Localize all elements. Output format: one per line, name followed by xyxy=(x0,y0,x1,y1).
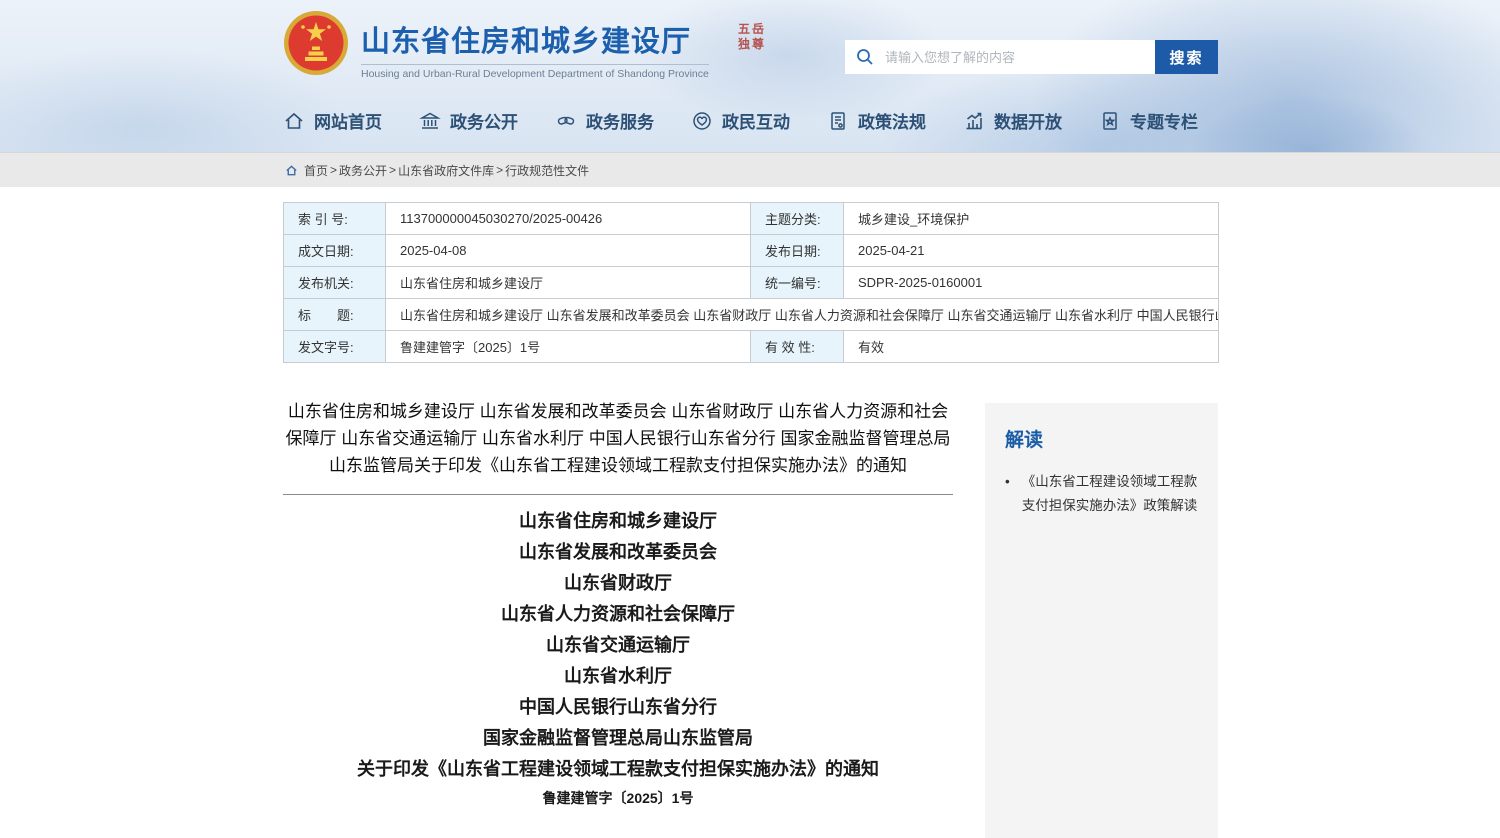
home-icon xyxy=(283,110,305,132)
national-emblem-icon xyxy=(283,10,349,76)
nav-item-special-columns[interactable]: 专题专栏 xyxy=(1099,108,1198,133)
breadcrumb-home-icon xyxy=(285,164,298,177)
nav-item-policies[interactable]: 政策法规 xyxy=(827,108,926,133)
breadcrumb-bar: 首页 > 政务公开 > 山东省政府文件库 > 行政规范性文件 xyxy=(0,152,1500,187)
table-row: 发文字号: 鲁建建管字〔2025〕1号 有 效 性: 有效 xyxy=(284,331,1219,363)
seal-decoration: 五岳独尊 xyxy=(735,22,769,52)
breadcrumb-separator: > xyxy=(389,163,396,177)
data-chart-icon xyxy=(963,110,985,132)
validity-value: 有效 xyxy=(844,331,1219,363)
site-header: 山东省住房和城乡建设厅 Housing and Urban-Rural Deve… xyxy=(0,0,1500,152)
breadcrumb-item-current: 行政规范性文件 xyxy=(505,162,589,179)
unified-number-label: 统一编号: xyxy=(751,267,844,299)
search-icon xyxy=(845,48,885,66)
publish-date-value: 2025-04-21 xyxy=(844,235,1219,267)
interpretation-sidebar: 解读 《山东省工程建设领域工程款支付担保实施办法》政策解读 xyxy=(985,403,1218,838)
nav-label: 数据开放 xyxy=(994,108,1062,133)
nav-item-public-interaction[interactable]: 政民互动 xyxy=(691,108,790,133)
issuing-agency-value: 山东省住房和城乡建设厅 xyxy=(386,267,751,299)
breadcrumb-separator: > xyxy=(496,163,503,177)
breadcrumb: 首页 > 政务公开 > 山东省政府文件库 > 行政规范性文件 xyxy=(285,162,589,179)
unified-number-value: SDPR-2025-0160001 xyxy=(844,267,1219,299)
title-divider xyxy=(283,494,953,495)
handshake-icon xyxy=(555,110,577,132)
written-date-label: 成文日期: xyxy=(284,235,386,267)
document-number-label: 发文字号: xyxy=(284,331,386,363)
table-row: 发布机关: 山东省住房和城乡建设厅 统一编号: SDPR-2025-016000… xyxy=(284,267,1219,299)
article: 山东省住房和城乡建设厅 山东省发展和改革委员会 山东省财政厅 山东省人力资源和社… xyxy=(283,398,953,808)
site-title: 山东省住房和城乡建设厅 xyxy=(361,18,709,60)
interpretation-link[interactable]: 《山东省工程建设领域工程款支付担保实施办法》政策解读 xyxy=(1005,470,1200,518)
heart-circle-icon xyxy=(691,110,713,132)
article-body-headings: 山东省住房和城乡建设厅 山东省发展和改革委员会 山东省财政厅 山东省人力资源和社… xyxy=(283,506,953,785)
bullet-icon xyxy=(1005,470,1010,518)
validity-label: 有 效 性: xyxy=(751,331,844,363)
nav-label: 政民互动 xyxy=(722,108,790,133)
site-subtitle: Housing and Urban-Rural Development Depa… xyxy=(361,64,709,80)
index-number-value: 113700000045030270/2025-00426 xyxy=(386,203,751,235)
nav-item-gov-services[interactable]: 政务服务 xyxy=(555,108,654,133)
agency-heading: 国家金融监督管理总局山东监管局 xyxy=(283,723,953,754)
interpretation-link-label: 《山东省工程建设领域工程款支付担保实施办法》政策解读 xyxy=(1022,470,1200,518)
watercolor-decoration xyxy=(1180,90,1440,152)
table-row: 标 题: 山东省住房和城乡建设厅 山东省发展和改革委员会 山东省财政厅 山东省人… xyxy=(284,299,1219,331)
article-title: 山东省住房和城乡建设厅 山东省发展和改革委员会 山东省财政厅 山东省人力资源和社… xyxy=(283,398,953,479)
document-number-value: 鲁建建管字〔2025〕1号 xyxy=(386,331,751,363)
breadcrumb-separator: > xyxy=(330,163,337,177)
table-row: 成文日期: 2025-04-08 发布日期: 2025-04-21 xyxy=(284,235,1219,267)
nav-item-gov-disclosure[interactable]: 政务公开 xyxy=(419,108,518,133)
breadcrumb-item-document-library[interactable]: 山东省政府文件库 xyxy=(398,162,494,179)
agency-heading: 山东省财政厅 xyxy=(283,568,953,599)
nav-label: 政策法规 xyxy=(858,108,926,133)
agency-heading: 山东省住房和城乡建设厅 xyxy=(283,506,953,537)
nav-item-home[interactable]: 网站首页 xyxy=(283,108,382,133)
star-document-icon xyxy=(1099,110,1121,132)
breadcrumb-item-gov-disclosure[interactable]: 政务公开 xyxy=(339,162,387,179)
nav-label: 网站首页 xyxy=(314,108,382,133)
page-root: { "header": { "site_title": "山东省住房和城乡建设厅… xyxy=(0,0,1500,838)
agency-heading: 山东省发展和改革委员会 xyxy=(283,537,953,568)
title-label: 标 题: xyxy=(284,299,386,331)
breadcrumb-item-home[interactable]: 首页 xyxy=(304,162,328,179)
written-date-value: 2025-04-08 xyxy=(386,235,751,267)
government-building-icon xyxy=(419,110,441,132)
sidebar-title: 解读 xyxy=(1005,425,1200,452)
nav-label: 政务公开 xyxy=(450,108,518,133)
search-button[interactable]: 搜索 xyxy=(1155,40,1218,74)
nav-label: 专题专栏 xyxy=(1130,108,1198,133)
search-input[interactable] xyxy=(885,40,1155,74)
policy-document-icon xyxy=(827,110,849,132)
agency-heading: 中国人民银行山东省分行 xyxy=(283,692,953,723)
table-row: 索 引 号: 113700000045030270/2025-00426 主题分… xyxy=(284,203,1219,235)
document-number-line: 鲁建建管字〔2025〕1号 xyxy=(283,788,953,808)
search-box: 搜索 xyxy=(845,40,1218,74)
topic-category-value: 城乡建设_环境保护 xyxy=(844,203,1219,235)
main-nav: 网站首页 政务公开 政务服务 政民互动 政策法规 xyxy=(283,108,1198,133)
site-title-block: 山东省住房和城乡建设厅 Housing and Urban-Rural Deve… xyxy=(361,10,709,80)
topic-category-label: 主题分类: xyxy=(751,203,844,235)
publish-date-label: 发布日期: xyxy=(751,235,844,267)
title-value: 山东省住房和城乡建设厅 山东省发展和改革委员会 山东省财政厅 山东省人力资源和社… xyxy=(386,299,1219,331)
issuing-agency-label: 发布机关: xyxy=(284,267,386,299)
nav-item-open-data[interactable]: 数据开放 xyxy=(963,108,1062,133)
agency-heading: 山东省交通运输厅 xyxy=(283,630,953,661)
document-metadata-table: 索 引 号: 113700000045030270/2025-00426 主题分… xyxy=(283,202,1219,363)
site-logo[interactable]: 山东省住房和城乡建设厅 Housing and Urban-Rural Deve… xyxy=(283,10,709,80)
notice-title-heading: 关于印发《山东省工程建设领域工程款支付担保实施办法》的通知 xyxy=(283,754,953,785)
agency-heading: 山东省人力资源和社会保障厅 xyxy=(283,599,953,630)
nav-label: 政务服务 xyxy=(586,108,654,133)
agency-heading: 山东省水利厅 xyxy=(283,661,953,692)
main-content: 索 引 号: 113700000045030270/2025-00426 主题分… xyxy=(0,187,1500,838)
index-number-label: 索 引 号: xyxy=(284,203,386,235)
